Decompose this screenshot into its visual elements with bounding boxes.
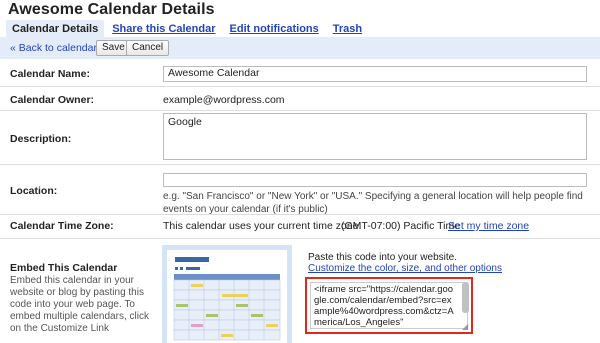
calendar-owner-value: example@wordpress.com	[163, 94, 285, 106]
tab-bar: Calendar Details Share this Calendar Edi…	[6, 20, 370, 38]
page-title: Awesome Calendar Details	[8, 1, 215, 18]
embed-code-highlight: <iframe src="https://calendar.google.com…	[305, 277, 473, 334]
tab-trash[interactable]: Trash	[327, 20, 368, 38]
location-label: Location:	[10, 185, 58, 197]
calendar-name-field[interactable]: Awesome Calendar	[163, 66, 587, 82]
tab-edit-notifications[interactable]: Edit notifications	[224, 20, 325, 38]
resize-grip-icon[interactable]: ◢	[462, 323, 470, 331]
tab-share-calendar[interactable]: Share this Calendar	[106, 20, 221, 38]
embed-description: Embed this calendar in your website or b…	[10, 275, 149, 334]
divider	[0, 164, 600, 165]
set-time-zone-link[interactable]: Set my time zone	[448, 220, 529, 232]
cancel-button[interactable]: Cancel	[126, 40, 170, 56]
calendar-owner-label: Calendar Owner:	[10, 94, 95, 106]
back-to-calendar-link[interactable]: « Back to calendar	[10, 42, 97, 54]
tab-calendar-details[interactable]: Calendar Details	[6, 20, 105, 38]
divider	[0, 110, 600, 111]
embed-calendar-label: Embed This Calendar	[10, 262, 118, 274]
location-field[interactable]	[163, 173, 587, 187]
location-hint: e.g. "San Francisco" or "New York" or "U…	[163, 191, 583, 215]
scrollbar[interactable]	[462, 282, 469, 313]
calendar-preview-image	[162, 245, 292, 343]
description-label: Description:	[10, 133, 72, 145]
customize-embed-link[interactable]: Customize the color, size, and other opt…	[308, 263, 502, 275]
description-field[interactable]: Google	[163, 113, 587, 160]
time-zone-value: (GMT-07:00) Pacific Time	[341, 220, 461, 232]
divider	[0, 238, 600, 239]
toolbar: « Back to calendar Save Cancel	[0, 37, 600, 59]
time-zone-label: Calendar Time Zone:	[10, 220, 114, 232]
divider	[0, 86, 600, 87]
calendar-name-label: Calendar Name:	[10, 68, 90, 80]
embed-code-textarea[interactable]: <iframe src="https://calendar.google.com…	[310, 282, 468, 329]
divider	[0, 214, 600, 215]
time-zone-text: This calendar uses your current time zon…	[163, 220, 362, 232]
embed-code-text: <iframe src="https://calendar.google.com…	[314, 284, 454, 328]
